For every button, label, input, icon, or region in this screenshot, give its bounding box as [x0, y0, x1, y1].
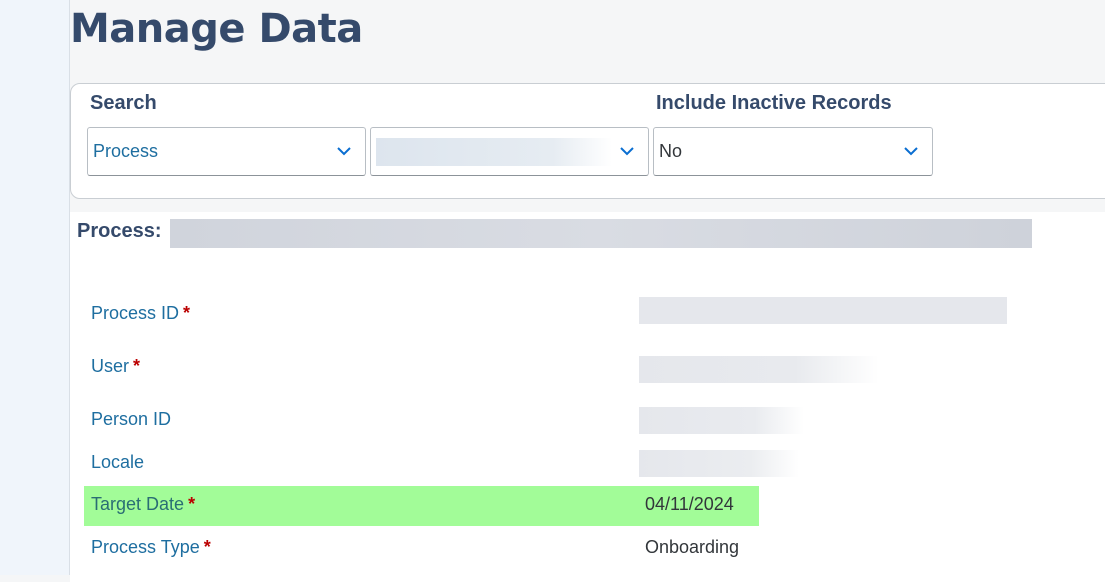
user-label: User * [91, 356, 141, 376]
chevron-down-icon [337, 147, 351, 156]
search-value-select[interactable] [370, 127, 649, 176]
left-navigation-rail [0, 0, 70, 575]
process-type-value: Onboarding [645, 537, 740, 557]
process-id-value [639, 297, 1007, 324]
include-inactive-select[interactable]: No [653, 127, 933, 176]
search-category-value: Process [93, 141, 159, 161]
user-value [639, 356, 879, 383]
search-panel: Search Include Inactive Records Process … [70, 83, 1105, 199]
target-date-label: Target Date * [91, 494, 196, 514]
search-label: Search [90, 92, 157, 114]
process-type-label: Process Type * [91, 537, 211, 557]
redacted-search-value [376, 137, 612, 166]
chevron-down-icon [620, 147, 634, 156]
process-details-panel: Process: Process ID * User * Person ID Loc… [70, 212, 1105, 582]
person-id-label: Person ID [91, 409, 172, 429]
search-category-select[interactable]: Process [87, 127, 366, 176]
page-title: Manage Data [70, 6, 363, 52]
chevron-down-icon [904, 147, 918, 156]
process-heading: Process: [77, 220, 162, 242]
include-inactive-value: No [659, 141, 683, 161]
redacted-process-name [170, 219, 1032, 248]
target-date-value: 04/11/2024 [645, 494, 734, 514]
locale-label: Locale [91, 452, 145, 472]
locale-value [639, 450, 799, 477]
process-id-label: Process ID * [91, 303, 191, 323]
person-id-value [639, 407, 804, 434]
include-inactive-label: Include Inactive Records [656, 92, 892, 114]
